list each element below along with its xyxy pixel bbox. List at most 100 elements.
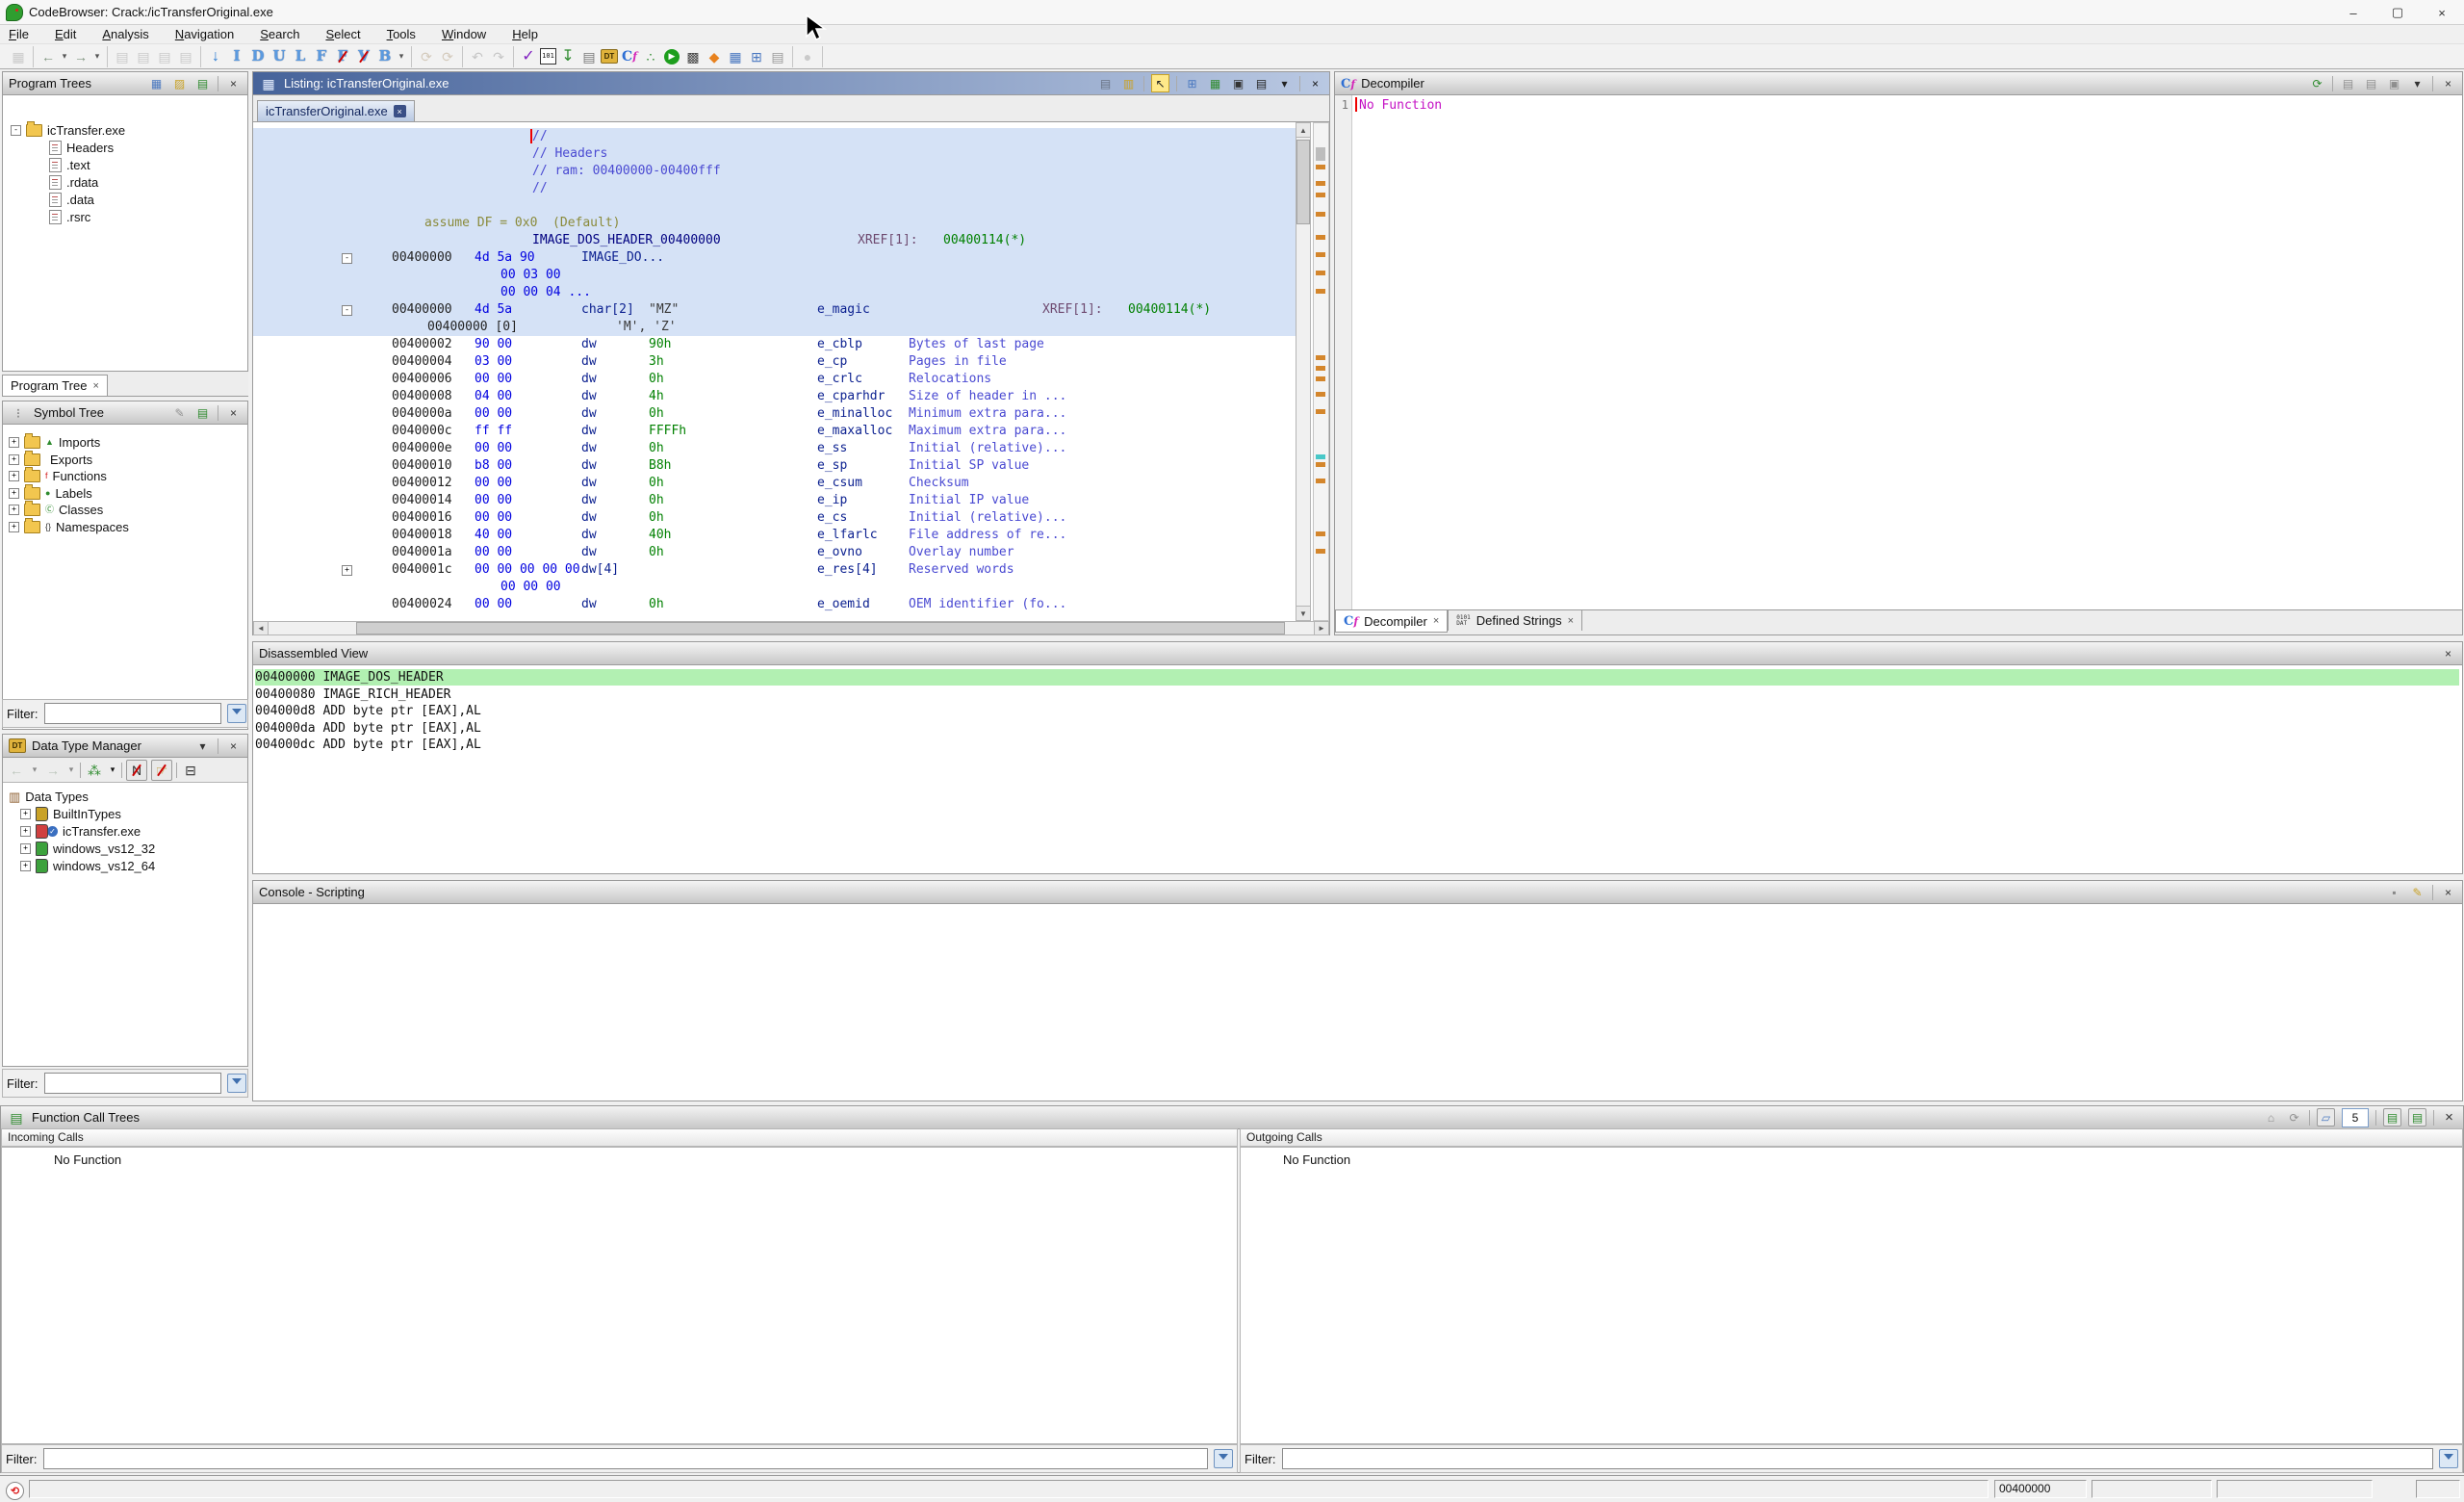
- menu-window[interactable]: Window: [442, 27, 486, 41]
- listing-row[interactable]: 0040000403 00dw3he_cpPages in file: [253, 353, 1296, 371]
- validate-icon[interactable]: ✓: [519, 47, 538, 66]
- close-icon[interactable]: ×: [225, 404, 242, 421]
- minimize-button[interactable]: –: [2331, 0, 2375, 25]
- tab-defined-strings[interactable]: 0101DAT Defined Strings ×: [1448, 610, 1582, 631]
- tree-item-text[interactable]: .text: [49, 157, 90, 173]
- listing-row[interactable]: // Headers: [253, 145, 1296, 163]
- scroll-right-icon[interactable]: ►: [1314, 621, 1329, 635]
- overview-mark[interactable]: [1316, 252, 1325, 257]
- listing-row[interactable]: IMAGE_DOS_HEADER_00400000XREF[1]:0040011…: [253, 232, 1296, 249]
- close-icon[interactable]: ×: [2440, 884, 2456, 900]
- close-icon[interactable]: ×: [2440, 75, 2456, 91]
- open-folder-icon[interactable]: ▨: [171, 75, 188, 91]
- binary-view-icon[interactable]: 101: [540, 48, 556, 65]
- overview-mark[interactable]: [1316, 366, 1325, 371]
- incoming-no-function[interactable]: No Function: [54, 1152, 121, 1167]
- panel-dropdown-icon[interactable]: ▾: [2409, 75, 2426, 91]
- recurse-depth-value[interactable]: 5: [2342, 1108, 2369, 1127]
- console-output[interactable]: [253, 904, 2462, 1101]
- refresh-icon[interactable]: ⟳: [2309, 75, 2325, 91]
- display-dropdown-icon[interactable]: ▾: [1276, 75, 1293, 91]
- tab-program-tree[interactable]: Program Tree ×: [2, 375, 108, 396]
- clear-variable-icon[interactable]: V: [354, 47, 373, 66]
- tree-item-ictransfer-exe[interactable]: +✓icTransfer.exe: [20, 823, 141, 840]
- close-icon[interactable]: ×: [2441, 1109, 2457, 1126]
- listing-row[interactable]: 0040001840 00dw40he_lfarlcFile address o…: [253, 527, 1296, 544]
- overview-mark[interactable]: [1316, 193, 1325, 197]
- menu-tools[interactable]: Tools: [387, 27, 416, 41]
- filter-options-icon[interactable]: [227, 1074, 246, 1093]
- tree-item-data[interactable]: .data: [49, 192, 94, 208]
- panel-menu-dropdown-icon[interactable]: ▾: [194, 738, 211, 754]
- menu-select[interactable]: Select: [325, 27, 360, 41]
- diamond-icon[interactable]: ◆: [705, 47, 724, 66]
- listing-row[interactable]: //: [253, 128, 1296, 145]
- listing-header[interactable]: ▦ Listing: icTransferOriginal.exe ▤ ▥ ↖ …: [253, 72, 1329, 95]
- listing-row[interactable]: //: [253, 180, 1296, 197]
- new-tree-icon[interactable]: ▦: [148, 75, 165, 91]
- overview-mark[interactable]: [1316, 479, 1325, 483]
- disassembled-header[interactable]: Disassembled View ×: [253, 642, 2462, 665]
- edit-fields-icon[interactable]: ⊞: [1184, 75, 1200, 91]
- filter-outgoing-icon[interactable]: ▤: [2408, 1108, 2426, 1126]
- symbol-tree-filter-input[interactable]: [44, 703, 221, 724]
- bookmark-b-icon[interactable]: B: [375, 47, 395, 66]
- clear-console-icon[interactable]: ✎: [2409, 884, 2426, 900]
- decompiler-header[interactable]: Cf Decompiler ⟳ ▤ ▤ ▣ ▾ ×: [1335, 72, 2462, 95]
- tab-decompiler[interactable]: Cf Decompiler ×: [1335, 610, 1448, 633]
- listing-row[interactable]: -004000004d 5achar[2]"MZ"e_magicXREF[1]:…: [253, 301, 1296, 319]
- overview-mark[interactable]: [1316, 392, 1325, 397]
- function-f-icon[interactable]: F: [312, 47, 331, 66]
- filter-options-icon[interactable]: [1214, 1449, 1233, 1468]
- listing-row[interactable]: +0040001c00 00 00 00 00dw[4]e_res[4]Rese…: [253, 561, 1296, 579]
- listing-row[interactable]: 0040000600 00dw0he_crlcRelocations: [253, 371, 1296, 388]
- filter-doc-icon[interactable]: ▤: [194, 75, 211, 91]
- menu-edit[interactable]: Edit: [55, 27, 76, 41]
- tree-item-functions[interactable]: +fFunctions: [9, 468, 107, 484]
- tab-close-icon[interactable]: ×: [394, 105, 406, 117]
- console-header[interactable]: Console - Scripting ▪ ✎ ×: [253, 881, 2462, 904]
- listing-row[interactable]: 0040001600 00dw0he_csInitial (relative).…: [253, 509, 1296, 527]
- disassembled-row[interactable]: 00400000 IMAGE_DOS_HEADER: [255, 669, 2459, 686]
- scroll-down-icon[interactable]: ▼: [1296, 606, 1311, 621]
- incoming-calls-header[interactable]: Incoming Calls: [1, 1128, 1238, 1147]
- overview-mark[interactable]: [1316, 212, 1325, 217]
- listing-row[interactable]: assume DF = 0x0 (Default): [253, 215, 1296, 232]
- collapse-all-icon[interactable]: ⊟: [181, 761, 200, 780]
- paste-icon[interactable]: ▥: [1120, 75, 1137, 91]
- overview-mark[interactable]: [1316, 181, 1325, 186]
- undefine-u-icon[interactable]: U: [270, 47, 289, 66]
- scroll-thumb[interactable]: [356, 622, 1285, 634]
- clear-function-icon[interactable]: F: [333, 47, 352, 66]
- overview-mark[interactable]: [1316, 355, 1325, 360]
- disassembled-row[interactable]: 00400080 IMAGE_RICH_HEADER: [255, 686, 2459, 703]
- back-icon[interactable]: ←: [38, 47, 58, 66]
- scroll-lock-icon[interactable]: ▪: [2386, 884, 2402, 900]
- filter-incoming-icon[interactable]: ▤: [2383, 1108, 2401, 1126]
- tree-item-program-root[interactable]: -icTransfer.exe: [11, 122, 125, 139]
- bookmark-dropdown-icon[interactable]: ▾: [397, 47, 406, 66]
- overview-mark[interactable]: [1316, 531, 1325, 536]
- menu-analysis[interactable]: Analysis: [102, 27, 148, 41]
- disassembled-row[interactable]: 004000d8 ADD byte ptr [EAX],AL: [255, 703, 2459, 719]
- listing-row[interactable]: // ram: 00400000-00400fff: [253, 163, 1296, 180]
- disassembled-row[interactable]: 004000dc ADD byte ptr [EAX],AL: [255, 737, 2459, 753]
- data-types-icon[interactable]: DT: [601, 49, 618, 64]
- label-l-icon[interactable]: L: [291, 47, 310, 66]
- close-icon[interactable]: ×: [1307, 75, 1323, 91]
- listing-row[interactable]: 00 00 04 ...: [253, 284, 1296, 301]
- tree-item-rsrc[interactable]: .rsrc: [49, 209, 90, 225]
- listing-row[interactable]: 0040000804 00dw4he_cparhdrSize of header…: [253, 388, 1296, 405]
- outgoing-calls-header[interactable]: Outgoing Calls: [1240, 1128, 2463, 1147]
- listing-row[interactable]: 0040000290 00dw90he_cblpBytes of last pa…: [253, 336, 1296, 353]
- fct-header[interactable]: ▤ Function Call Trees ⌂ ⟳ ▱ 5 ▤ ▤ ×: [1, 1106, 2463, 1129]
- listing-row[interactable]: 0040001400 00dw0he_ipInitial IP value: [253, 492, 1296, 509]
- tree-item-windows_vs12_64[interactable]: +windows_vs12_64: [20, 858, 155, 874]
- tree-item-imports[interactable]: +▲Imports: [9, 434, 100, 451]
- listing-row[interactable]: 00400010b8 00dwB8he_spInitial SP value: [253, 457, 1296, 475]
- listing-row[interactable]: 00 03 00: [253, 267, 1296, 284]
- forward-dropdown-icon[interactable]: ▾: [92, 47, 102, 66]
- table-go-icon[interactable]: ⊞: [747, 47, 766, 66]
- pointer-filter-dropdown-icon[interactable]: ▾: [108, 761, 117, 780]
- overview-mark[interactable]: [1316, 409, 1325, 414]
